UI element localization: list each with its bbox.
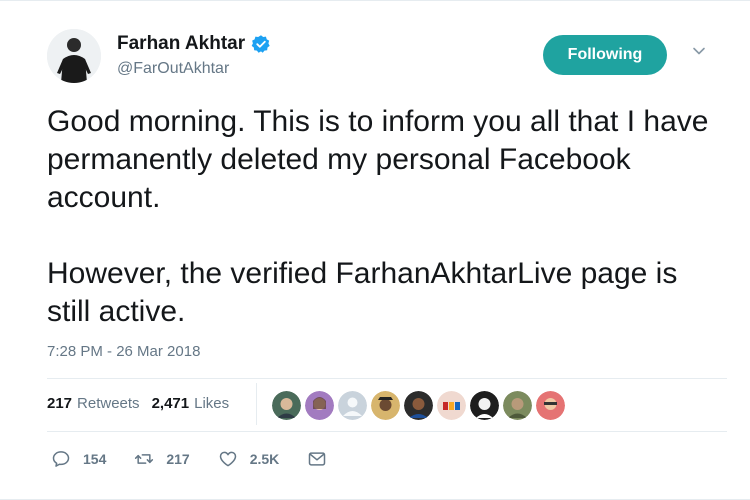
tweet-stats: 217 Retweets 2,471 Likes <box>47 395 241 412</box>
author-avatar[interactable] <box>47 29 101 83</box>
liker-avatar[interactable] <box>338 391 367 420</box>
avatar-image <box>47 29 101 83</box>
divider <box>47 431 727 432</box>
chevron-down-icon[interactable] <box>691 43 707 59</box>
liker-avatars <box>272 391 565 420</box>
liker-avatar[interactable] <box>503 391 532 420</box>
tweet-card: Farhan Akhtar @FarOutAkhtar Following Go… <box>0 0 750 500</box>
retweet-count: 217 <box>166 451 190 467</box>
retweets-label[interactable]: Retweets <box>77 395 140 412</box>
direct-message-button[interactable] <box>307 449 327 469</box>
heart-icon <box>219 451 236 467</box>
retweets-count[interactable]: 217 <box>47 395 72 412</box>
verified-badge-icon <box>251 35 270 53</box>
author-info: Farhan Akhtar @FarOutAkhtar <box>117 33 271 78</box>
divider <box>47 378 727 379</box>
reply-count: 154 <box>83 451 107 467</box>
reply-button[interactable]: 154 <box>51 449 106 469</box>
tweet-actions: 154 217 2.5K <box>51 449 355 469</box>
tweet-text: Good morning. This is to inform you all … <box>47 105 709 328</box>
following-button[interactable]: Following <box>543 35 667 75</box>
reply-icon <box>52 451 70 467</box>
tweet-header: Farhan Akhtar @FarOutAkhtar Following <box>47 29 717 85</box>
author-handle[interactable]: @FarOutAkhtar <box>117 60 271 78</box>
liker-avatar[interactable] <box>305 391 334 420</box>
author-name[interactable]: Farhan Akhtar <box>117 33 245 55</box>
retweet-icon <box>135 454 154 464</box>
liker-avatar[interactable] <box>371 391 400 420</box>
liker-avatar[interactable] <box>470 391 499 420</box>
liker-avatar[interactable] <box>272 391 301 420</box>
likes-count[interactable]: 2,471 <box>152 395 190 412</box>
liker-avatar[interactable] <box>536 391 565 420</box>
like-button[interactable]: 2.5K <box>218 449 280 469</box>
stats-separator <box>256 383 257 425</box>
liker-avatar[interactable] <box>437 391 466 420</box>
liker-avatar[interactable] <box>404 391 433 420</box>
likes-label[interactable]: Likes <box>194 395 229 412</box>
retweet-button[interactable]: 217 <box>134 449 190 469</box>
mail-icon <box>309 452 326 466</box>
like-count: 2.5K <box>249 451 280 467</box>
tweet-timestamp[interactable]: 7:28 PM - 26 Mar 2018 <box>47 343 200 360</box>
